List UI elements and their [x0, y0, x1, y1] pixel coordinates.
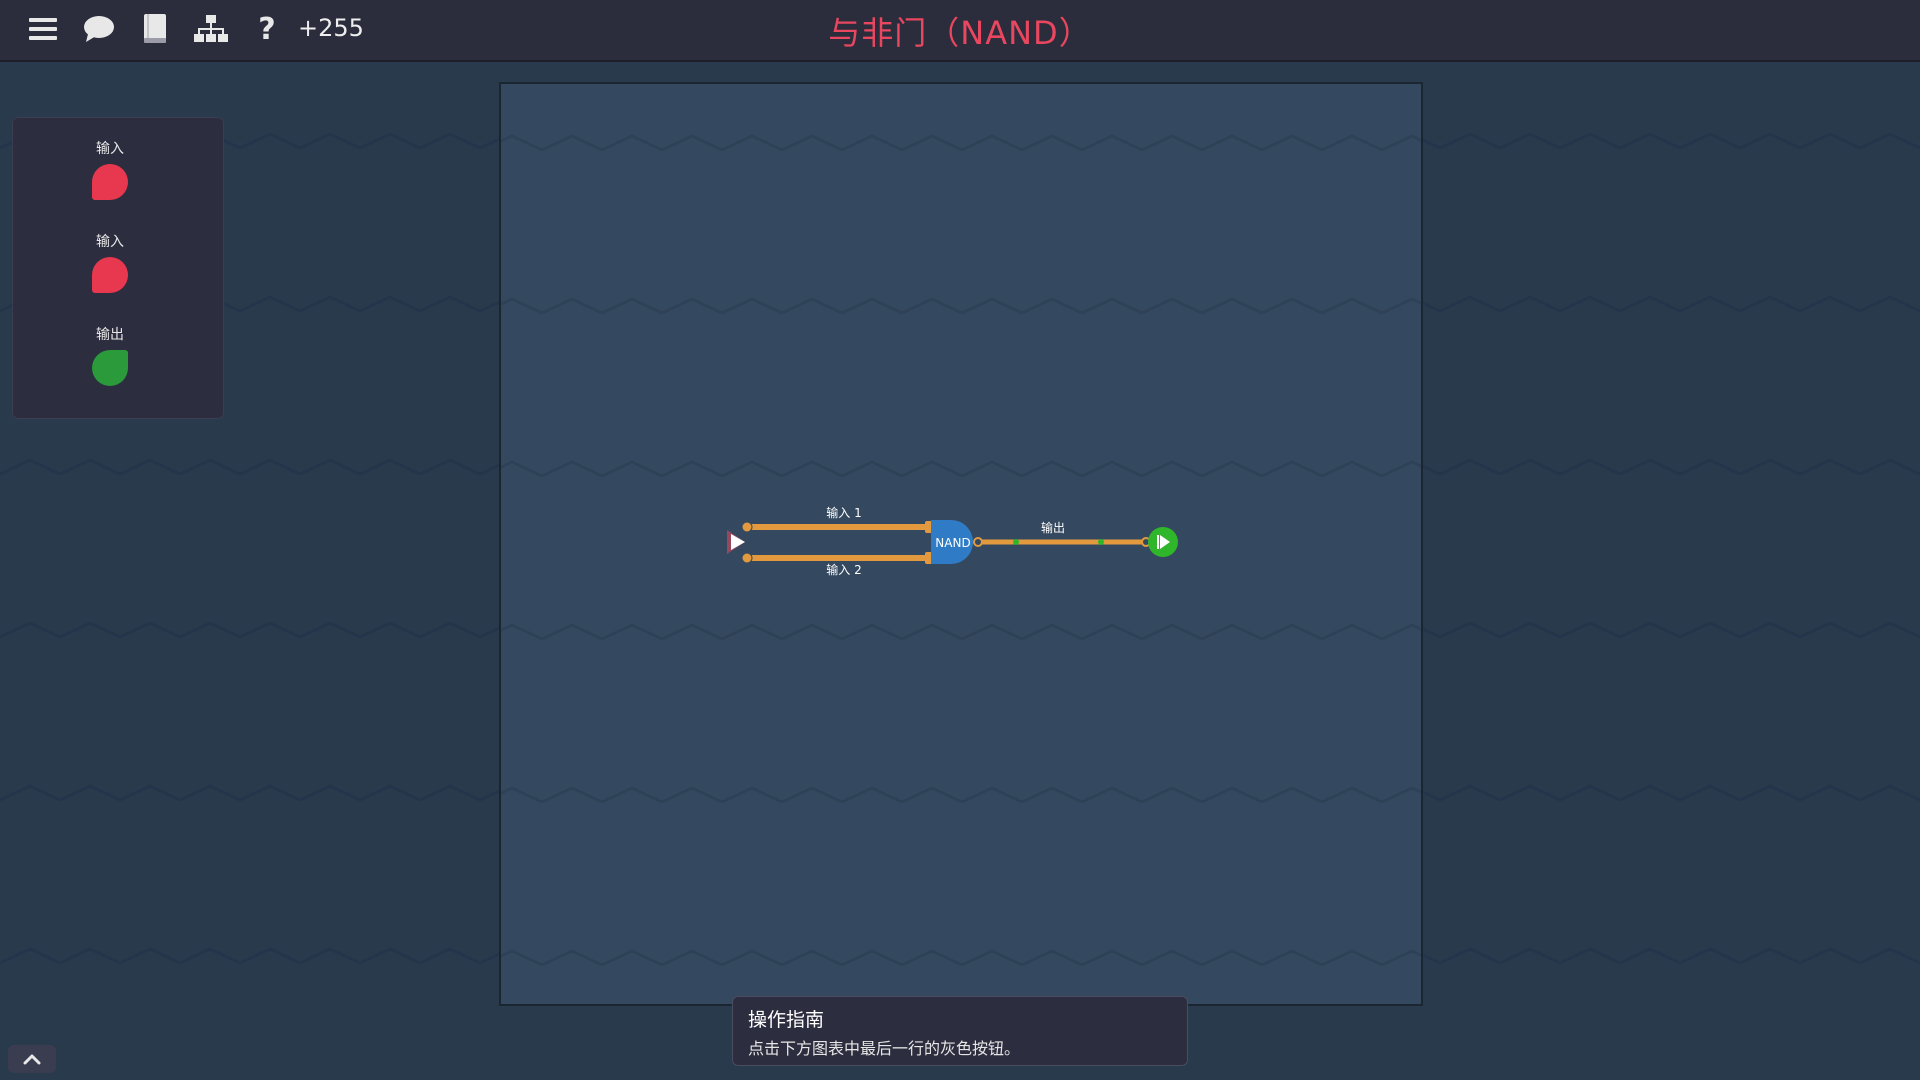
input-node-icon [92, 257, 128, 293]
palette-item-label: 输入 [96, 234, 124, 250]
output-node[interactable] [1148, 527, 1178, 557]
output-node-icon [92, 350, 128, 386]
palette-item-input-2[interactable]: 输入 [13, 231, 207, 297]
top-bar: ? +255 与非门（NAND） [0, 0, 1920, 62]
palette-item-label: 输入 [96, 141, 124, 157]
component-palette: 输入 输入 输出 [12, 117, 224, 419]
guide-text: 点击下方图表中最后一行的灰色按钮。 [748, 1039, 1021, 1058]
guide-panel: 操作指南 点击下方图表中最后一行的灰色按钮。 [732, 996, 1188, 1066]
output-label: 输出 [1041, 520, 1065, 535]
palette-item-output[interactable]: 输出 [13, 324, 207, 390]
chevron-up-icon [23, 1054, 41, 1065]
input-node-icon [92, 164, 128, 200]
gate-label: NAND [935, 536, 970, 550]
signal-dot [1013, 539, 1019, 545]
signal-dot [1098, 539, 1104, 545]
level-title: 与非门（NAND） [828, 14, 1092, 52]
palette-item-input-1[interactable]: 输入 [13, 138, 207, 204]
palette-item-label: 输出 [96, 327, 124, 343]
input-2-label: 输入 2 [826, 562, 861, 577]
expand-panel-button[interactable] [8, 1045, 56, 1073]
input-1-label: 输入 1 [826, 505, 861, 520]
circuit-canvas[interactable]: NAND 输入 1 输入 2 输出 [499, 82, 1423, 1006]
guide-title: 操作指南 [748, 1009, 825, 1031]
